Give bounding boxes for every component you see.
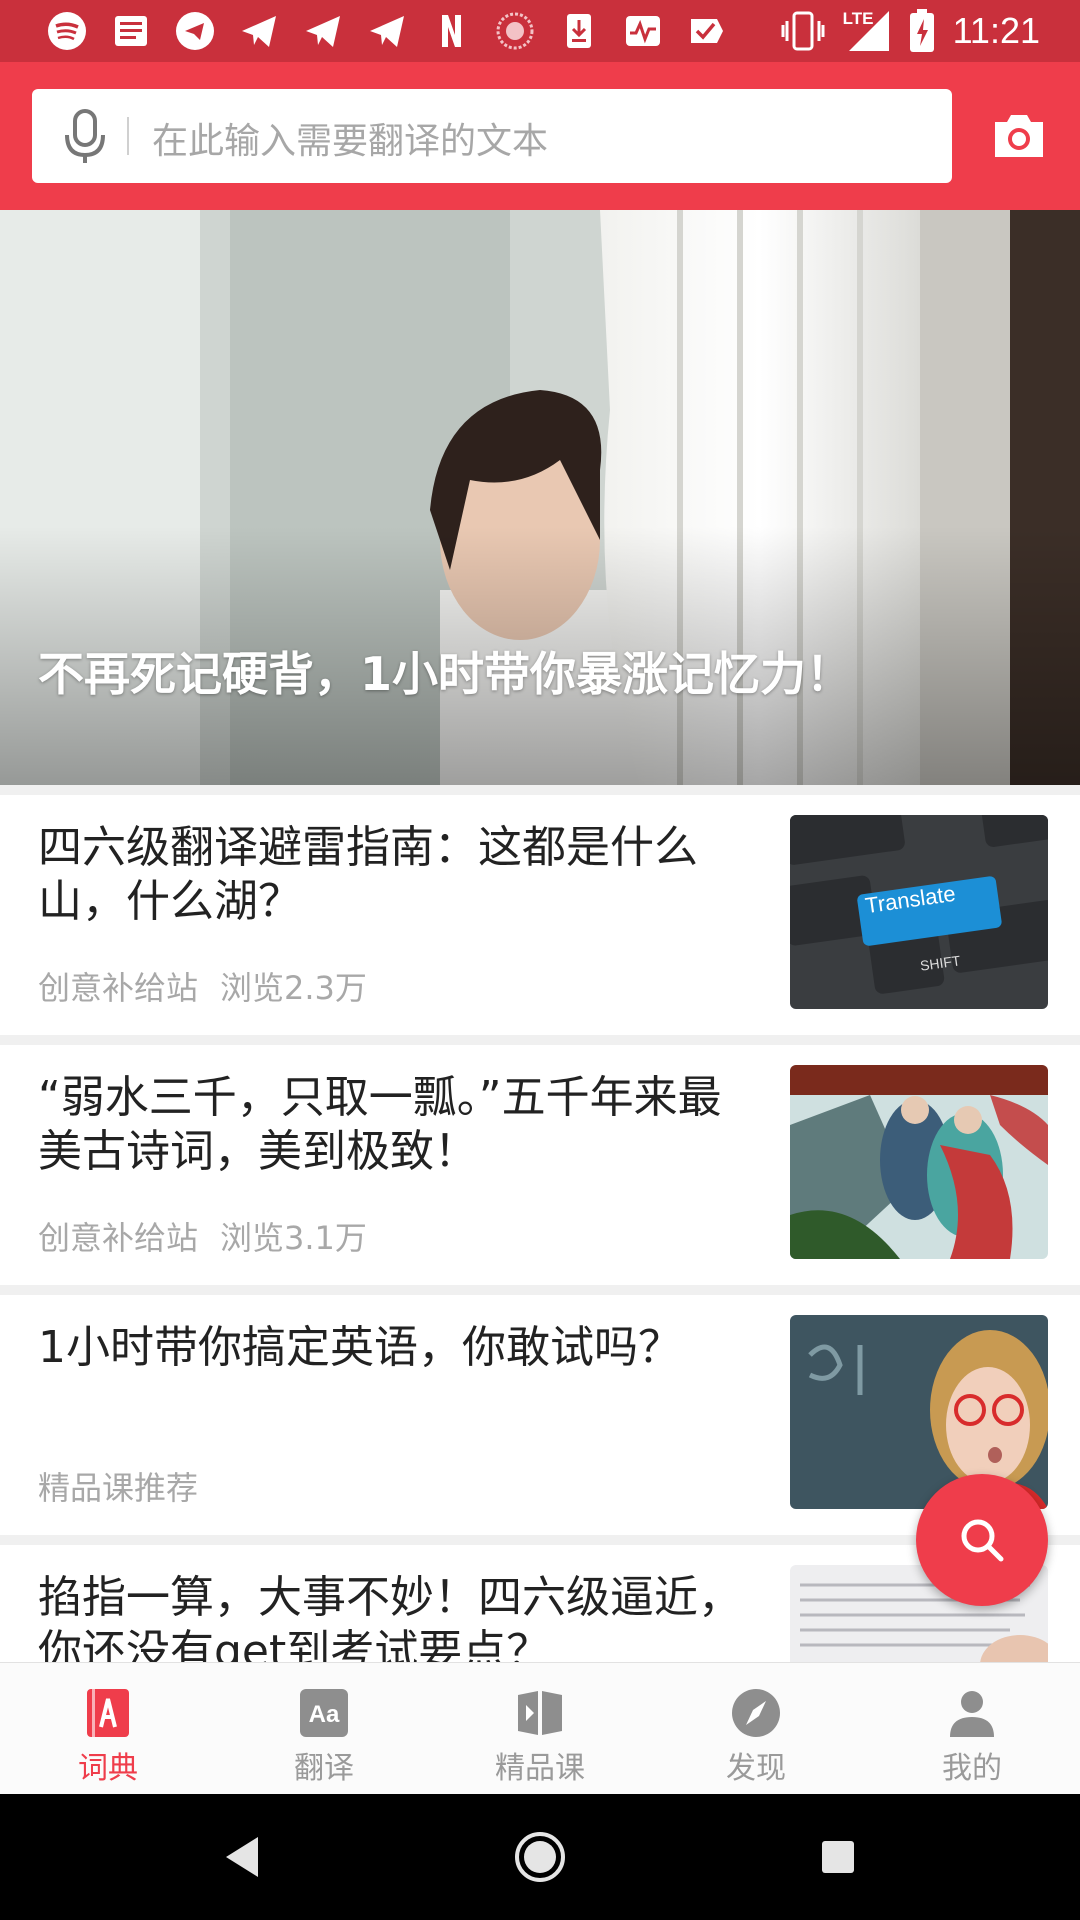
article-title: 四六级翻译避雷指南：这都是什么山，什么湖？ xyxy=(38,822,698,927)
tab-discover[interactable]: 发现 xyxy=(648,1663,864,1795)
news-icon xyxy=(110,10,152,52)
home-icon[interactable] xyxy=(514,1831,566,1883)
telegram-icon xyxy=(366,10,408,52)
signal-icon: LTE xyxy=(843,9,891,53)
download-icon xyxy=(558,10,600,52)
article-source: 创意补给站 xyxy=(38,1219,199,1257)
hero-title: 不再死记硬背，1小时带你暴涨记忆力！ xyxy=(38,647,853,701)
tab-profile[interactable]: 我的 xyxy=(864,1663,1080,1795)
recents-icon[interactable] xyxy=(820,1839,856,1875)
tab-label: 发现 xyxy=(726,1751,786,1786)
article-item[interactable]: “弱水三千，只取一瓢。”五千年来最美古诗词，美到极致！ 创意补给站 浏览3.1万 xyxy=(0,1035,1080,1285)
vibrate-icon xyxy=(781,11,825,51)
article-meta: 创意补给站 浏览2.3万 xyxy=(38,963,367,1009)
article-meta: 精品课推荐 xyxy=(38,1463,198,1509)
article-thumbnail xyxy=(790,1065,1048,1259)
tab-translate[interactable]: Aa 翻译 xyxy=(216,1663,432,1795)
svg-text:Aa: Aa xyxy=(309,1701,340,1728)
notification-icons xyxy=(46,10,728,52)
article-meta: 创意补给站 浏览3.1万 xyxy=(38,1213,367,1259)
clock: 11:21 xyxy=(952,10,1040,51)
article-title: 掐指一算，大事不妙！四六级逼近，你还没有get到考试要点？ xyxy=(38,1572,742,1672)
camera-icon[interactable] xyxy=(991,112,1047,160)
article-views: 浏览3.1万 xyxy=(220,1219,367,1257)
system-navigation-bar xyxy=(0,1794,1080,1920)
article-item[interactable]: 四六级翻译避雷指南：这都是什么山，什么湖？ 创意补给站 浏览2.3万 Transl… xyxy=(0,785,1080,1035)
tab-label: 我的 xyxy=(942,1751,1002,1786)
status-bar: LTE 11:21 xyxy=(0,0,1080,62)
article-title: “弱水三千，只取一瓢。”五千年来最美古诗词，美到极致！ xyxy=(38,1072,722,1177)
tab-label: 精品课 xyxy=(495,1751,585,1786)
telegram-icon xyxy=(174,10,216,52)
article-source: 创意补给站 xyxy=(38,969,199,1007)
hero-banner[interactable]: 不再死记硬背，1小时带你暴涨记忆力！ xyxy=(0,210,1080,785)
battery-icon xyxy=(909,9,934,52)
telegram-icon xyxy=(238,10,280,52)
tab-label: 词典 xyxy=(78,1751,138,1786)
check-icon xyxy=(686,10,728,52)
article-item[interactable]: 1小时带你搞定英语，你敢试吗？ 精品课推荐 xyxy=(0,1285,1080,1535)
profile-icon xyxy=(950,1691,994,1737)
search-box[interactable]: 在此输入需要翻译的文本 xyxy=(32,89,952,183)
pokeball-icon xyxy=(494,10,536,52)
microphone-icon[interactable] xyxy=(62,109,108,165)
course-icon xyxy=(518,1691,562,1735)
search-icon xyxy=(961,1519,1004,1562)
tab-courses[interactable]: 精品课 xyxy=(432,1663,648,1795)
search-fab-button[interactable] xyxy=(916,1474,1048,1606)
telegram-icon xyxy=(302,10,344,52)
article-views: 浏览2.3万 xyxy=(220,969,367,1007)
search-divider xyxy=(127,117,129,155)
spotify-icon xyxy=(46,10,88,52)
article-thumbnail: Translate SHIFT xyxy=(790,815,1048,1009)
article-title: 1小时带你搞定英语，你敢试吗？ xyxy=(38,1322,682,1373)
bottom-navigation: 词典 Aa 翻译 精品课 发现 我的 xyxy=(0,1662,1080,1795)
tab-dictionary[interactable]: 词典 xyxy=(0,1663,216,1795)
back-icon[interactable] xyxy=(222,1835,262,1879)
network-label: LTE xyxy=(842,9,874,28)
system-status: LTE 11:21 xyxy=(781,6,1040,56)
netflix-icon xyxy=(430,10,472,52)
dictionary-icon xyxy=(87,1689,129,1737)
compass-icon xyxy=(732,1689,780,1737)
translate-icon: Aa xyxy=(300,1689,348,1737)
activity-icon xyxy=(622,10,664,52)
tab-label: 翻译 xyxy=(294,1751,354,1786)
search-input[interactable]: 在此输入需要翻译的文本 xyxy=(152,112,548,164)
article-source: 精品课推荐 xyxy=(38,1469,199,1507)
top-bar: 在此输入需要翻译的文本 xyxy=(0,62,1080,210)
